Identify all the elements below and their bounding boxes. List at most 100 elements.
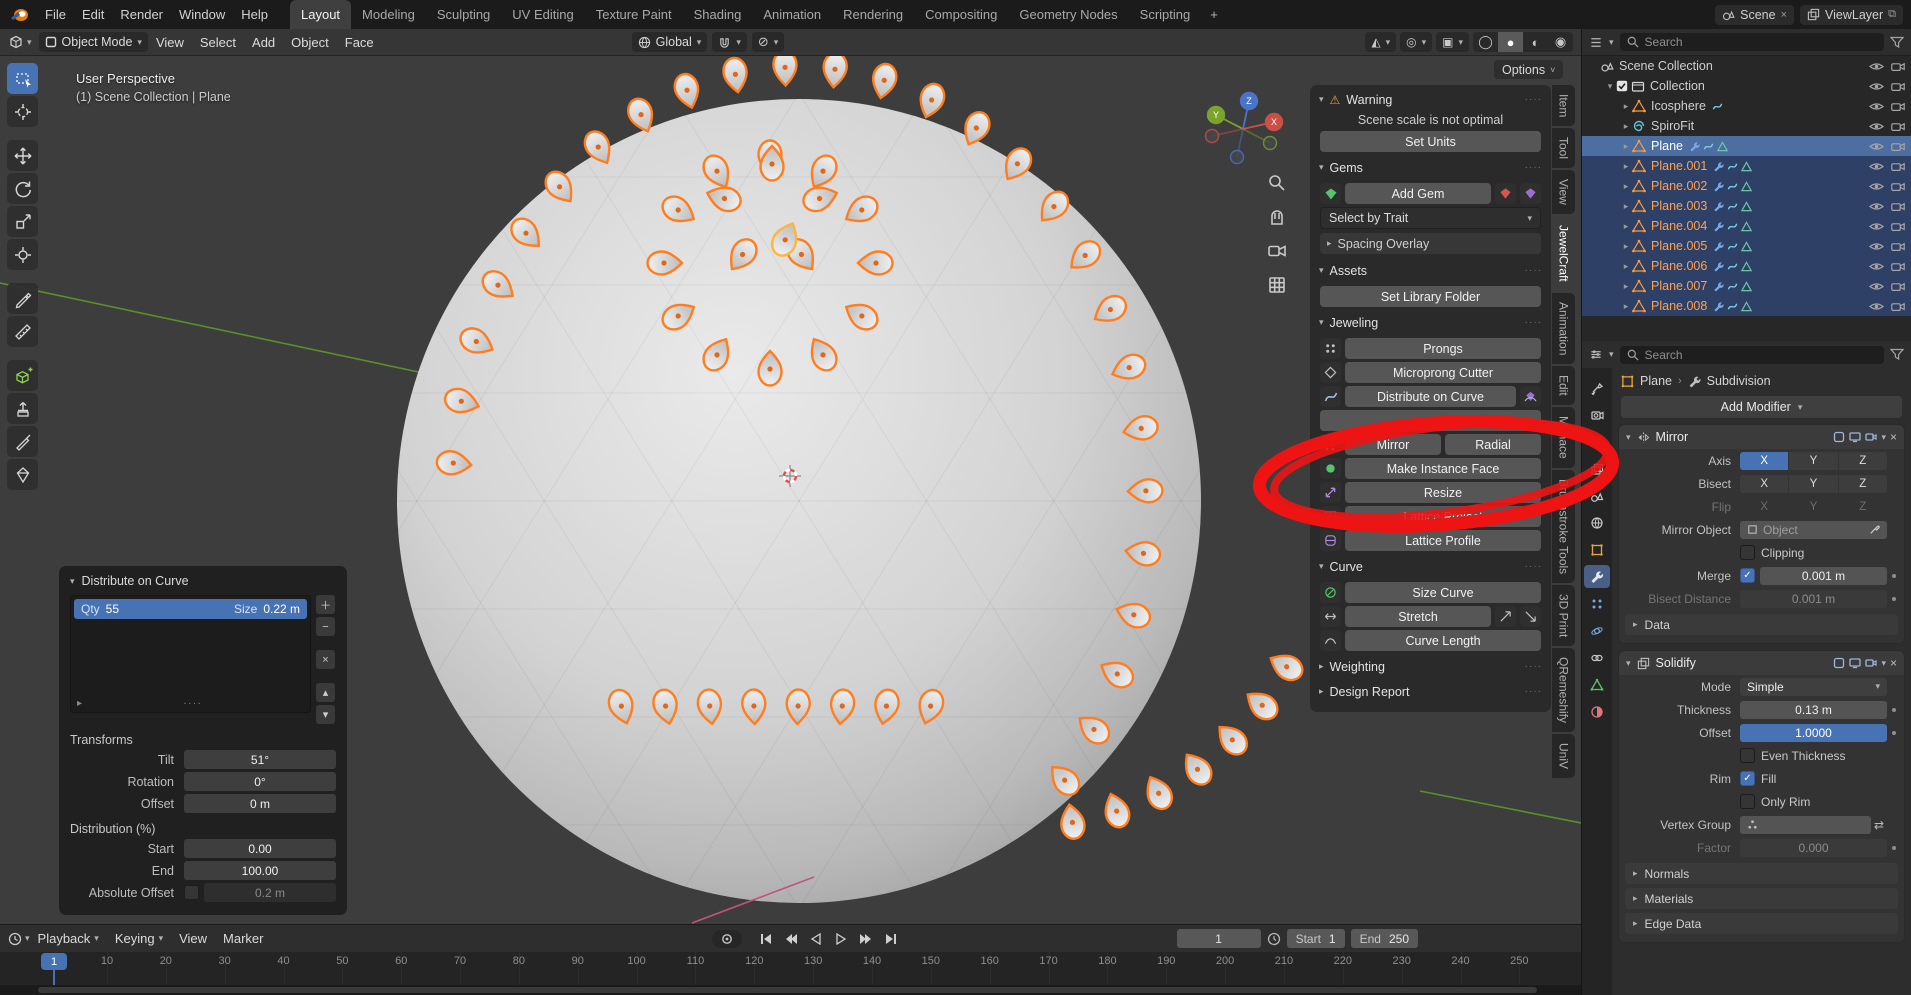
expand-caret-icon[interactable]: ▸ (1620, 241, 1632, 252)
properties-editor-type-icon[interactable] (1589, 348, 1603, 361)
workspace-tab-animation[interactable]: Animation (752, 0, 832, 29)
flip-y-toggle[interactable]: Y (1789, 498, 1837, 516)
properties-tab-world-icon[interactable] (1584, 511, 1610, 534)
clipping-checkbox[interactable] (1740, 545, 1755, 560)
stretch-option-b-icon[interactable] (1520, 606, 1541, 627)
tool-rotate-icon[interactable] (7, 173, 38, 204)
end-field[interactable]: 100.00 (184, 861, 336, 880)
merge-checkbox[interactable]: ✓ (1740, 568, 1755, 583)
even-thickness-checkbox[interactable] (1740, 748, 1755, 763)
previous-keyframe-button[interactable] (779, 930, 802, 948)
expand-caret-icon[interactable]: ▸ (1620, 281, 1632, 292)
gems-section-header[interactable]: ▾ Gems ···· (1310, 155, 1551, 180)
panel-grip-icon[interactable]: ···· (1525, 317, 1542, 328)
panel-grip-icon[interactable]: ···· (1525, 561, 1542, 572)
warning-section-header[interactable]: ▾ ⚠ Warning ···· (1310, 87, 1551, 112)
filter-icon[interactable] (1890, 348, 1904, 361)
outliner-row-plane-008[interactable]: ▸Plane.008 (1582, 296, 1911, 316)
hide-viewport-icon[interactable] (1869, 181, 1884, 192)
set-units-button[interactable]: Set Units (1320, 131, 1541, 152)
workspace-tab-layout[interactable]: Layout (290, 0, 351, 29)
tool-transform-icon[interactable] (7, 239, 38, 270)
menu-window[interactable]: Window (171, 0, 233, 29)
add-item-button[interactable]: ＋ (316, 595, 335, 614)
outliner-search-input[interactable]: Search (1620, 33, 1884, 51)
disable-render-icon[interactable] (1891, 181, 1905, 192)
bisect-x-toggle[interactable]: X (1740, 475, 1788, 493)
tool-annotate-icon[interactable] (7, 283, 38, 314)
spacing-overlay-subpanel[interactable]: ▸ Spacing Overlay (1320, 233, 1541, 254)
viewport-menu-add[interactable]: Add (244, 35, 283, 50)
shading-wireframe-button[interactable]: ◯ (1473, 32, 1498, 52)
properties-tab-particles-icon[interactable] (1584, 592, 1610, 615)
unlink-scene-icon[interactable]: × (1781, 9, 1787, 21)
use-preview-range-icon[interactable] (1267, 932, 1281, 946)
outliner-display-mode-icon[interactable] (1589, 36, 1603, 49)
workspace-tab-uv-editing[interactable]: UV Editing (501, 0, 584, 29)
disable-render-icon[interactable] (1891, 81, 1905, 92)
extras-menu-icon[interactable]: ▾ (1881, 432, 1886, 443)
extras-menu-icon[interactable]: ▾ (1881, 658, 1886, 669)
start-frame-input[interactable]: Start1 (1287, 929, 1345, 948)
stretch-button[interactable]: Stretch (1345, 606, 1491, 627)
axis-y-toggle[interactable]: Y (1789, 452, 1837, 470)
outliner-row-plane-006[interactable]: ▸Plane.006 (1582, 256, 1911, 276)
edit-mode-display-icon[interactable] (1833, 657, 1845, 669)
outliner-row-collection[interactable]: ▾Collection (1582, 76, 1911, 96)
properties-tab-data-icon[interactable] (1584, 673, 1610, 696)
hide-viewport-icon[interactable] (1869, 201, 1884, 212)
workspace-tab-sculpting[interactable]: Sculpting (426, 0, 501, 29)
hide-viewport-icon[interactable] (1869, 161, 1884, 172)
curve-length-button[interactable]: Curve Length (1345, 630, 1541, 651)
outliner-row-scene collection[interactable]: Scene Collection (1582, 56, 1911, 76)
copy-viewlayer-icon[interactable]: ⧉ (1888, 8, 1896, 21)
workspace-tab-texture-paint[interactable]: Texture Paint (585, 0, 683, 29)
expand-caret-icon[interactable]: ▸ (1620, 301, 1632, 312)
workspace-tab-geometry-nodes[interactable]: Geometry Nodes (1008, 0, 1128, 29)
outliner-row-spirofit[interactable]: ▸SpiroFit (1582, 116, 1911, 136)
microprong-cutter-button[interactable]: Microprong Cutter (1345, 362, 1541, 383)
sidebar-tab-3d-print[interactable]: 3D Print (1552, 585, 1575, 646)
edge-data-subpanel[interactable]: ▸Edge Data (1625, 913, 1898, 934)
breadcrumb-modifier[interactable]: Subdivision (1707, 374, 1771, 388)
disable-render-icon[interactable] (1891, 121, 1905, 132)
panel-grip-icon[interactable]: ···· (1525, 94, 1542, 105)
jump-to-start-button[interactable] (754, 930, 777, 948)
start-field[interactable]: 0.00 (184, 839, 336, 858)
expand-caret-icon[interactable]: ▸ (1620, 161, 1632, 172)
timeline-menu-view[interactable]: View (171, 931, 215, 946)
add-modifier-button[interactable]: Add Modifier ▾ (1621, 396, 1902, 418)
merge-threshold-field[interactable]: 0.001 m (1760, 567, 1887, 585)
breadcrumb-object[interactable]: Plane (1640, 374, 1672, 388)
pan-hand-icon[interactable] (1272, 211, 1282, 224)
playhead[interactable]: 1 (41, 953, 67, 970)
expand-caret-icon[interactable]: ▸ (1620, 201, 1632, 212)
sidebar-tab-brushstroke-tools[interactable]: Brushstroke Tools (1552, 470, 1575, 583)
properties-search-input[interactable]: Search (1620, 346, 1884, 364)
transform-orientation-selector[interactable]: Global ▾ (632, 32, 708, 52)
show-gizmo-dropdown[interactable]: ◭▾ (1365, 32, 1396, 52)
add-workspace-button[interactable]: + (1201, 0, 1227, 29)
menu-file[interactable]: File (37, 0, 74, 29)
disable-render-icon[interactable] (1891, 201, 1905, 212)
eyedropper-icon[interactable] (1869, 524, 1880, 535)
collection-checkbox-icon[interactable] (1616, 80, 1628, 92)
viewport-menu-select[interactable]: Select (192, 35, 244, 50)
close-icon[interactable]: × (1890, 656, 1897, 670)
editor-type-button[interactable]: ▾ (8, 35, 32, 49)
sidebar-tab-univ[interactable]: UniV (1552, 734, 1575, 778)
shading-solid-button[interactable]: ● (1498, 32, 1523, 52)
distribution-list-box[interactable]: Qty 55 Size 0.22 m ▸ ∙∙∙∙ (70, 595, 311, 713)
overlays-dropdown[interactable]: ◎▾ (1400, 32, 1432, 52)
tool-knife-icon[interactable] (7, 426, 38, 457)
outliner-row-plane-002[interactable]: ▸Plane.002 (1582, 176, 1911, 196)
tool-add-cube-icon[interactable] (7, 360, 38, 391)
materials-subpanel[interactable]: ▸Materials (1625, 888, 1898, 909)
hide-viewport-icon[interactable] (1869, 281, 1884, 292)
outliner-row-icosphere[interactable]: ▸Icosphere (1582, 96, 1911, 116)
expand-caret-icon[interactable]: ▸ (1620, 141, 1632, 152)
sidebar-tab-tool[interactable]: Tool (1552, 128, 1575, 168)
gem-red-icon[interactable] (1495, 183, 1516, 204)
camera-view-icon[interactable] (1269, 247, 1285, 256)
tool-move-icon[interactable] (7, 140, 38, 171)
